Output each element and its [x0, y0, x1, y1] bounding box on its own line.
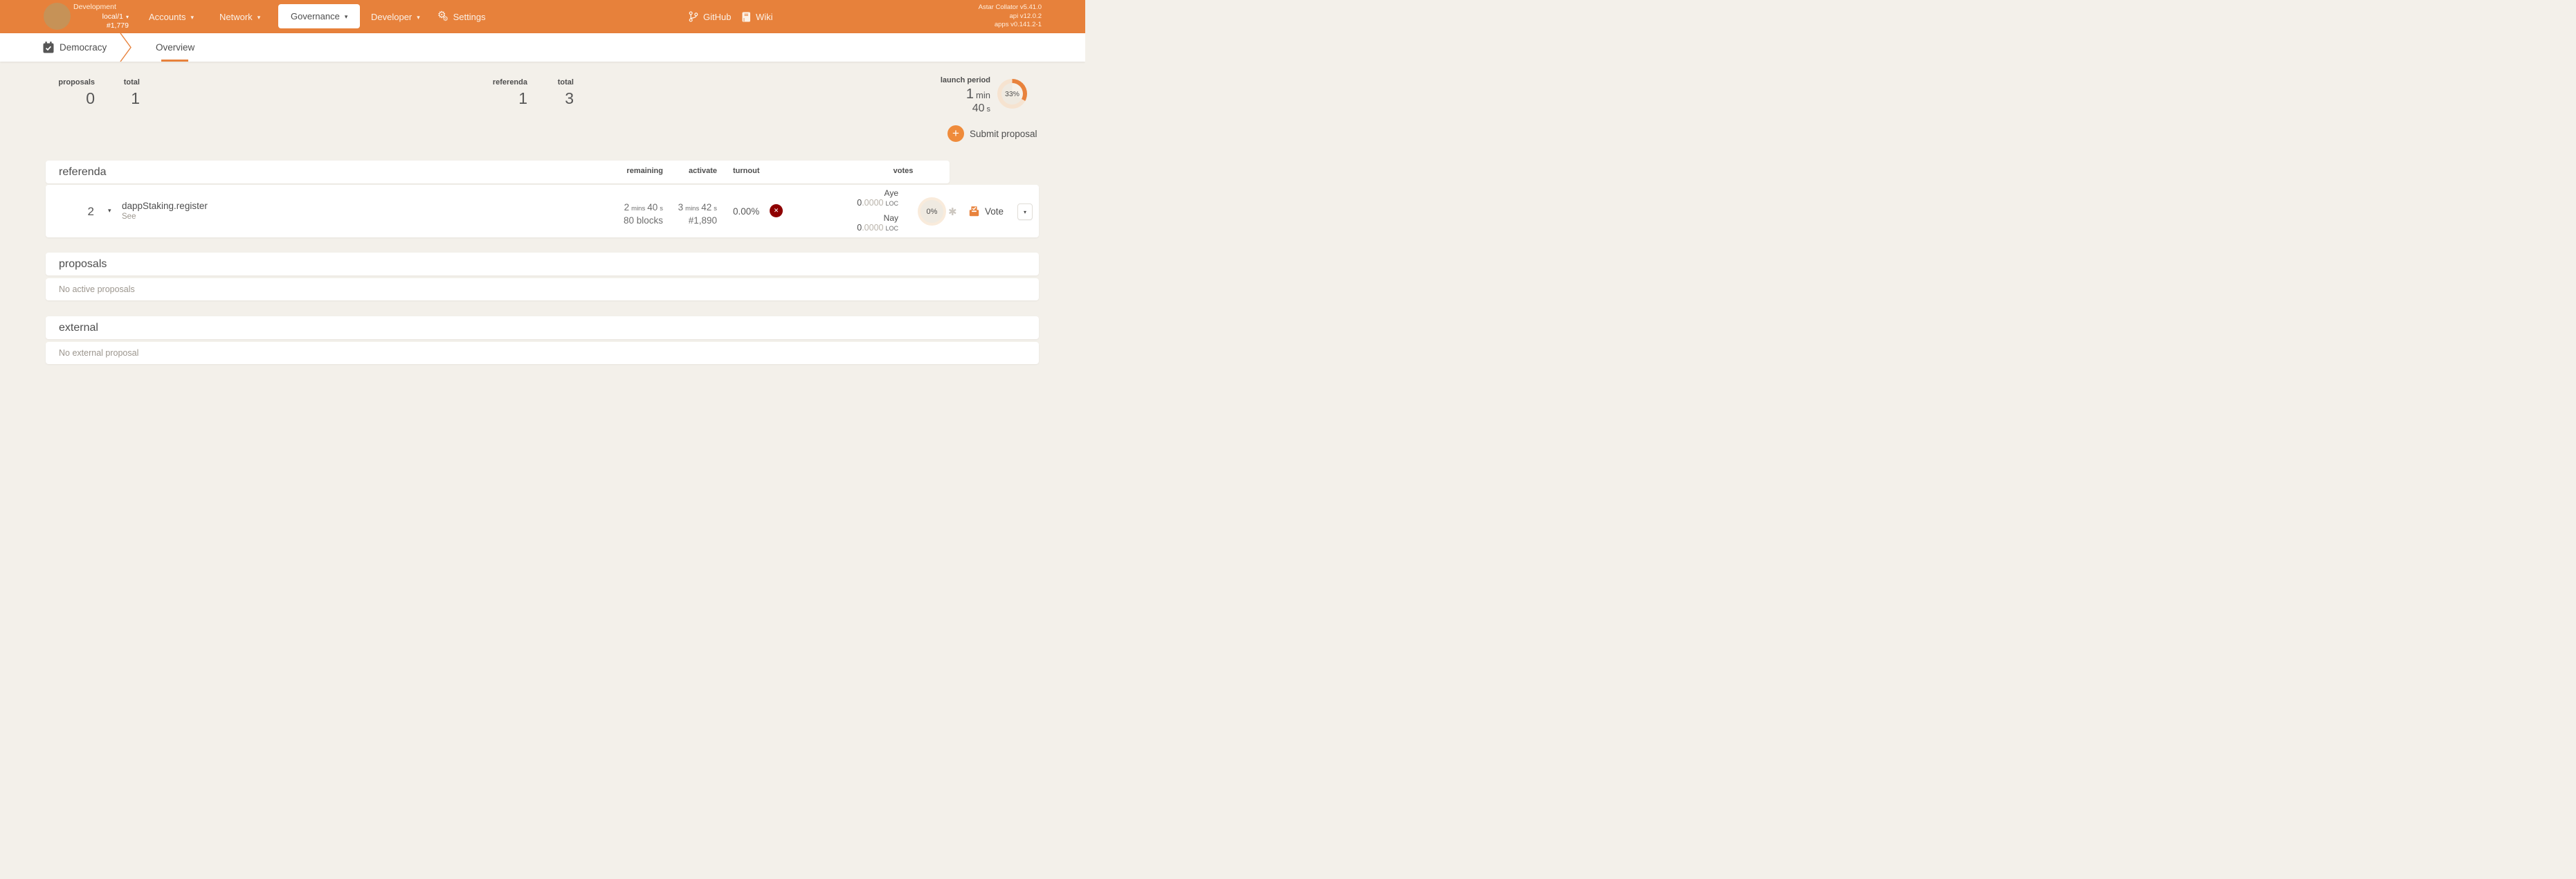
- approval-badge: 0%: [918, 197, 946, 226]
- proposals-empty-text: No active proposals: [59, 284, 135, 294]
- node-version: Astar Collator v5.41.0: [978, 3, 1042, 11]
- referenda-title: referenda: [59, 166, 107, 178]
- summary-referenda-value: 1: [518, 89, 527, 107]
- top-navbar: Development local/1 ▾ #1,779 Accounts ▾ Ne…: [0, 0, 1085, 33]
- external-empty-text: No external proposal: [59, 348, 139, 358]
- menu-settings[interactable]: ⚙⚙ Settings: [437, 0, 486, 33]
- summary-proposals: proposals 0: [42, 78, 95, 108]
- external-title: external: [59, 322, 98, 334]
- activate-block: #1,890: [688, 215, 717, 226]
- chain-info[interactable]: Development local/1 ▾ #1,779: [73, 3, 129, 31]
- row-expander-caret[interactable]: ▾: [108, 207, 111, 215]
- chevron-down-icon: ▾: [125, 13, 129, 20]
- turnout-value: 0.00%: [733, 206, 760, 217]
- wiki-link[interactable]: Wiki: [742, 0, 773, 33]
- vote-options-dropdown[interactable]: ▾: [1017, 203, 1033, 220]
- submit-proposal-button[interactable]: + Submit proposal: [947, 125, 1037, 142]
- tab-bar: Democracy Overview: [0, 33, 1085, 62]
- menu-accounts[interactable]: Accounts ▾: [149, 0, 194, 33]
- active-tab-underline: [161, 60, 188, 62]
- summary-referenda-total: total 3: [531, 78, 574, 108]
- app-root: Development local/1 ▾ #1,779 Accounts ▾ Ne…: [0, 0, 1085, 370]
- menu-governance-active[interactable]: Governance ▾: [278, 4, 361, 28]
- referendum-id: 2: [87, 205, 94, 218]
- chevron-down-icon: ▾: [417, 13, 420, 21]
- breadcrumb-section: Democracy: [60, 42, 107, 53]
- summary-proposals-total-value: 1: [131, 89, 140, 107]
- best-block-number: #1,779: [106, 21, 129, 30]
- summary-referenda: referenda 1: [478, 78, 527, 108]
- col-header-turnout: turnout: [733, 167, 760, 175]
- api-version: api v12.0.2: [1009, 12, 1042, 20]
- calendar-check-icon: [43, 42, 54, 53]
- chevron-down-icon: ▾: [190, 13, 194, 21]
- summary-referenda-total-value: 3: [565, 89, 574, 107]
- proposals-title: proposals: [59, 258, 107, 270]
- votes-cell: Aye 0.0000 LOC Nay 0.0000 LOC: [789, 188, 898, 233]
- proposals-header-bar: proposals: [46, 253, 1039, 275]
- proposal-method: dappStaking.register: [122, 201, 208, 211]
- col-header-votes: votes: [893, 167, 914, 175]
- proposals-empty-row: [46, 278, 1039, 300]
- summary-proposals-total: total 1: [97, 78, 140, 108]
- referendum-proposal: dappStaking.register See: [122, 201, 208, 221]
- activate-cell: 3 mins 42 s #1,890: [641, 201, 717, 226]
- chain-logo[interactable]: [44, 3, 71, 30]
- summary-proposals-value: 0: [86, 89, 95, 107]
- apps-version: apps v0.141.2-1: [994, 21, 1042, 28]
- external-header-bar: external: [46, 316, 1039, 339]
- gears-icon: ⚙⚙: [437, 9, 448, 22]
- launch-period-progress-ring: 33%: [997, 79, 1027, 109]
- failing-status-icon: ✕: [770, 204, 783, 217]
- external-empty-row: [46, 342, 1039, 364]
- network-name: Development: [73, 3, 116, 11]
- proposal-sub-text: See: [122, 212, 136, 221]
- git-branch-icon: [689, 11, 698, 22]
- summary-launch-period: launch period 1 min 40 s: [940, 76, 990, 114]
- chevron-separator-icon: [120, 33, 131, 62]
- book-icon: [742, 12, 750, 21]
- plus-icon: +: [947, 125, 964, 142]
- close-icon: ✕: [773, 207, 779, 214]
- col-header-activate: activate: [689, 167, 717, 175]
- github-link[interactable]: GitHub: [689, 0, 731, 33]
- launch-period-progress-value: 33%: [1004, 89, 1019, 98]
- chevron-down-icon: ▾: [257, 13, 261, 21]
- tab-overview[interactable]: Overview: [156, 33, 194, 62]
- endpoint-selector[interactable]: local/1 ▾: [73, 12, 129, 22]
- not-voted-asterisk-icon: ✱: [948, 206, 957, 218]
- aye-label: Aye: [884, 188, 898, 198]
- chevron-down-icon: ▾: [344, 13, 348, 20]
- referenda-header-bar: referenda: [46, 161, 950, 183]
- version-info: Astar Collator v5.41.0 api v12.0.2 apps …: [979, 3, 1042, 30]
- vote-button[interactable]: Vote: [969, 206, 1004, 217]
- menu-network[interactable]: Network ▾: [219, 0, 260, 33]
- menu-developer[interactable]: Developer ▾: [371, 0, 420, 33]
- chevron-down-icon: ▾: [1023, 208, 1026, 215]
- ballot-box-icon: [969, 206, 979, 217]
- nay-label: Nay: [883, 213, 898, 223]
